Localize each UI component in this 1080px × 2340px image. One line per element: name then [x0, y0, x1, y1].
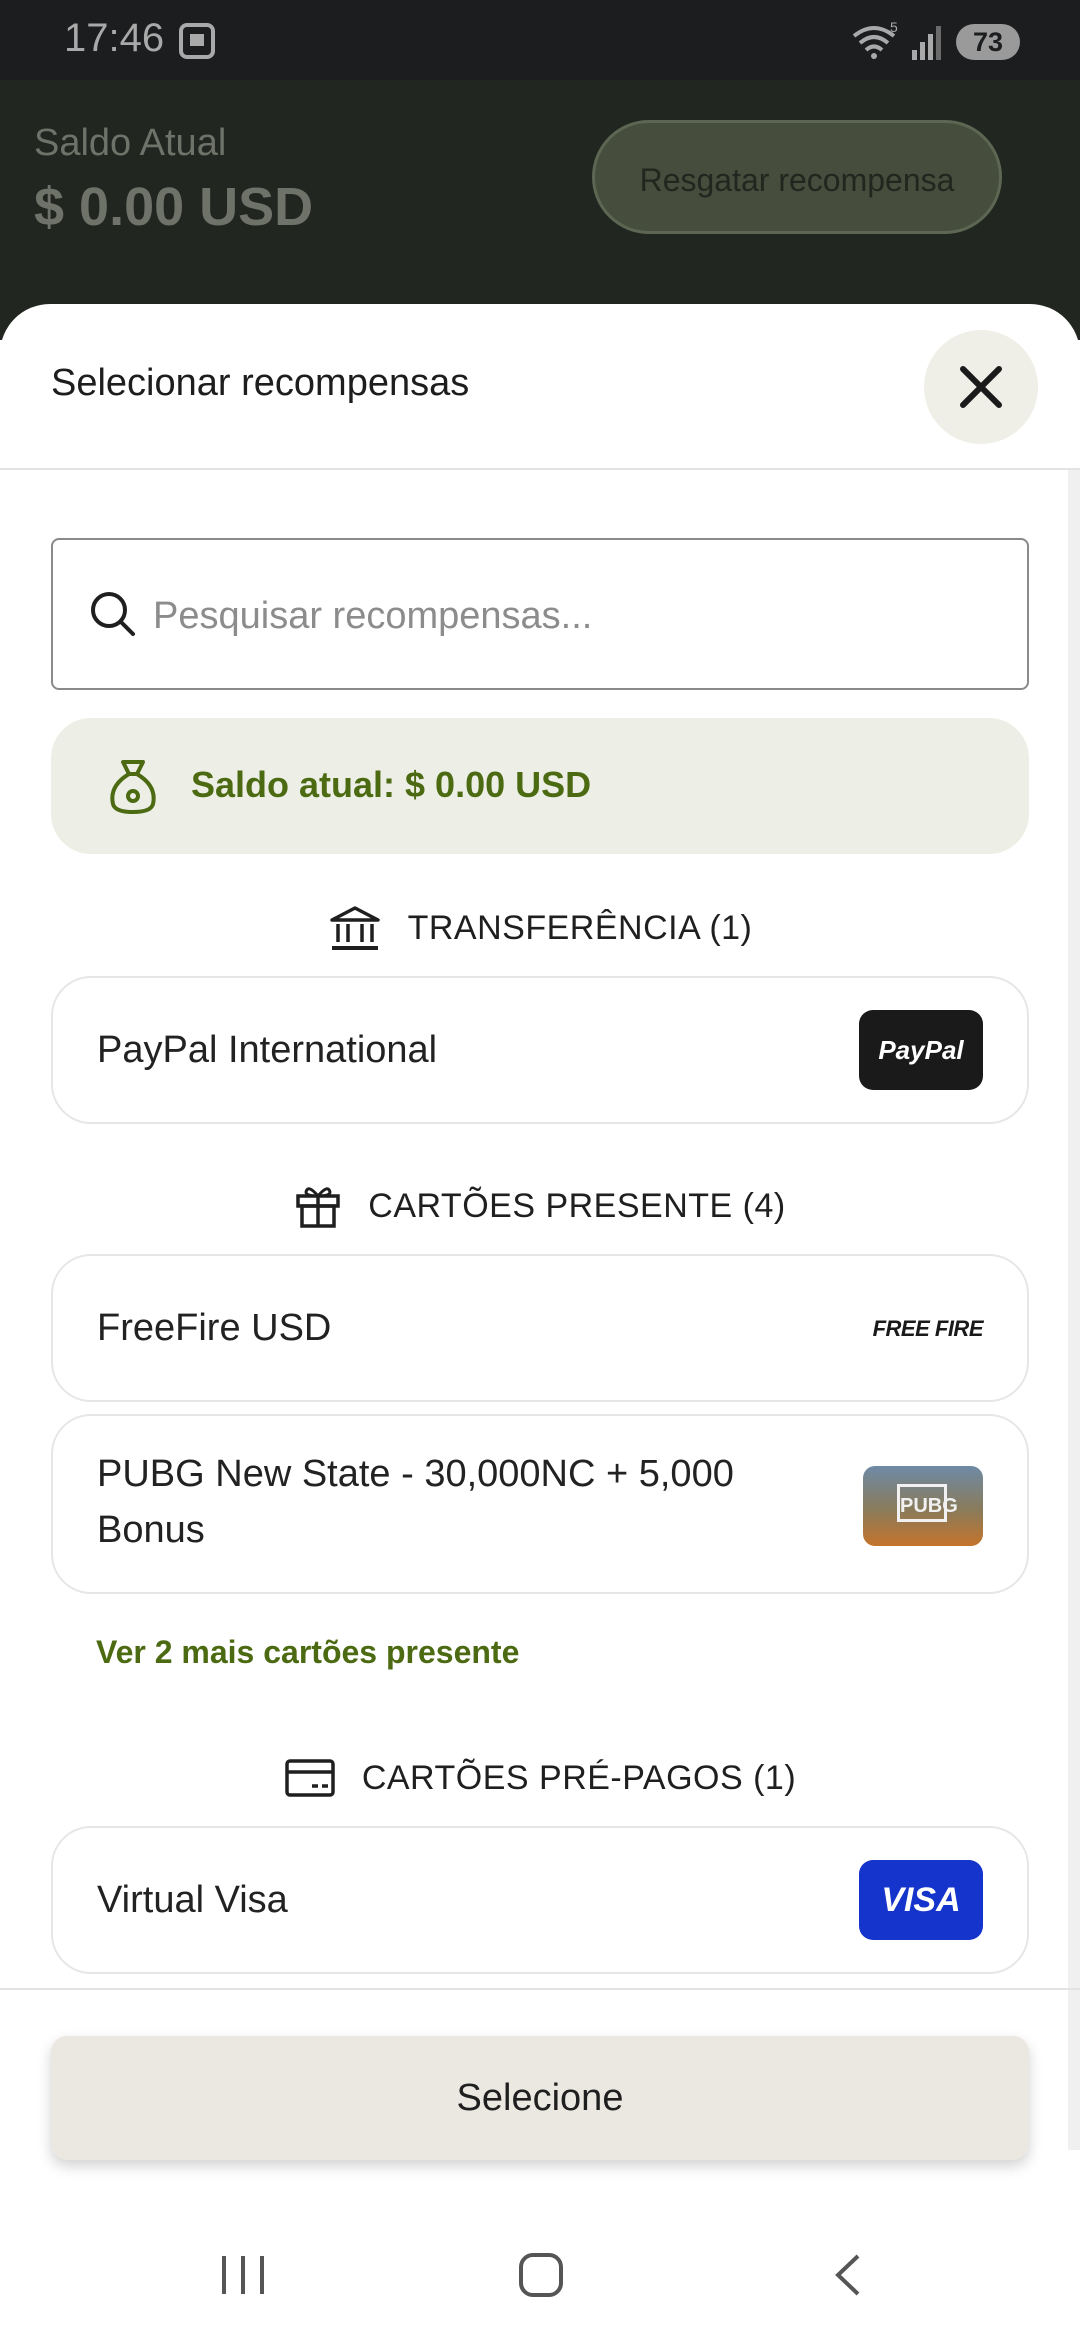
see-more-gift-cards-link[interactable]: Ver 2 mais cartões presente [96, 1634, 519, 1671]
card-icon [285, 1759, 335, 1797]
home-icon[interactable] [518, 2252, 564, 2298]
screenshot-icon [179, 23, 215, 59]
svg-text:5: 5 [890, 19, 898, 35]
balance-label: Saldo Atual [34, 122, 227, 164]
reward-item-pubg[interactable]: PUBG New State - 30,000NC + 5,000 Bonus … [51, 1414, 1029, 1594]
footer-divider [0, 1988, 1080, 1990]
section-transfer: TRANSFERÊNCIA (1) [0, 898, 1080, 958]
close-button[interactable] [924, 330, 1038, 444]
back-icon[interactable] [830, 2252, 864, 2298]
close-icon [960, 366, 1002, 408]
visa-logo: VISA [859, 1860, 983, 1940]
pubg-logo: PUBG [863, 1466, 983, 1546]
signal-icon [912, 26, 941, 60]
search-field[interactable] [51, 538, 1029, 690]
money-bag-icon [110, 760, 156, 814]
reward-item-name: PUBG New State - 30,000NC + 5,000 Bonus [97, 1453, 734, 1551]
wifi-icon: 5 [852, 19, 898, 59]
sheet-title: Selecionar recompensas [51, 362, 470, 404]
reward-item-visa[interactable]: Virtual Visa VISA [51, 1826, 1029, 1974]
balance-value: $ 0.00 USD [34, 177, 314, 237]
section-transfer-title: TRANSFERÊNCIA (1) [407, 909, 753, 947]
reward-item-name: Virtual Visa [97, 1879, 288, 1921]
freefire-logo: FREE FIRE [872, 1316, 984, 1341]
current-balance-banner: Saldo atual: $ 0.00 USD [51, 718, 1029, 854]
paypal-logo: PayPal [859, 1010, 983, 1090]
section-prepaid-cards: CARTÕES PRÉ-PAGOS (1) [0, 1748, 1080, 1808]
pubg-logo-text: PUBG [897, 1484, 958, 1522]
battery-indicator: 73 [956, 24, 1020, 60]
rewards-bottom-sheet: Selecionar recompensas Saldo atual: $ 0.… [0, 304, 1080, 2340]
reward-item-freefire[interactable]: FreeFire USD FREE FIRE [51, 1254, 1029, 1402]
reward-item-name: PayPal International [97, 1029, 438, 1071]
balance-text: Saldo atual: $ 0.00 USD [191, 764, 592, 805]
recent-apps-icon[interactable] [218, 2252, 268, 2298]
section-prepaid-title: CARTÕES PRÉ-PAGOS (1) [361, 1759, 797, 1797]
section-gift-cards-title: CARTÕES PRESENTE (4) [368, 1187, 786, 1225]
redeem-reward-button[interactable]: Resgatar recompensa [592, 120, 1002, 234]
search-input[interactable] [151, 580, 995, 652]
system-nav-bar [0, 2200, 1080, 2340]
select-button[interactable]: Selecione [51, 2036, 1029, 2160]
app-header: Saldo Atual $ 0.00 USD Resgatar recompen… [0, 80, 1080, 340]
reward-item-name: FreeFire USD [97, 1307, 332, 1349]
gift-icon [296, 1187, 341, 1228]
scrollbar[interactable] [1068, 470, 1080, 2150]
bank-icon [329, 906, 380, 950]
sheet-header: Selecionar recompensas [0, 304, 1080, 470]
status-bar: 17:46 5 73 [0, 0, 1080, 80]
reward-item-paypal[interactable]: PayPal International PayPal [51, 976, 1029, 1124]
search-icon [91, 592, 135, 636]
section-gift-cards: CARTÕES PRESENTE (4) [0, 1176, 1080, 1236]
status-time: 17:46 [64, 16, 165, 60]
